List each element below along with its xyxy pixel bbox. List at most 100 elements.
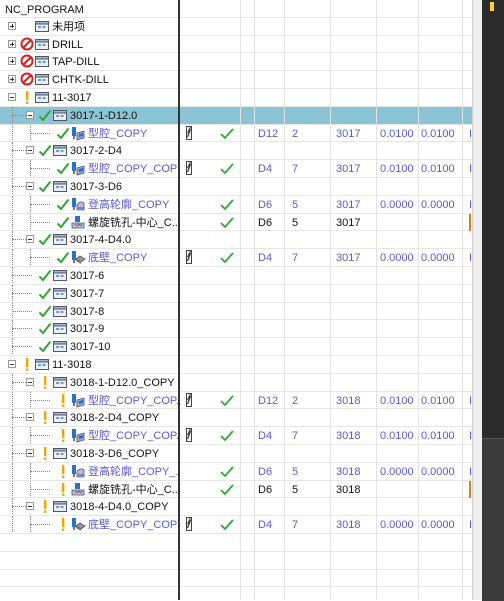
- tree-operation-row[interactable]: 型腔_COPY_COP... D4 7 3018 0.0100 0.0100 I: [0, 427, 472, 445]
- tool-icon: [186, 161, 192, 176]
- tree-cell: 3018-4-D4.0_COPY: [0, 498, 178, 516]
- tree-group-row[interactable]: DRILL: [0, 36, 472, 54]
- collapse-icon[interactable]: [8, 360, 16, 368]
- tree-group-row[interactable]: 3017-7: [0, 284, 472, 303]
- program-group-cell: 3017: [336, 127, 361, 140]
- vertical-scrollbar[interactable]: [472, 0, 482, 600]
- tree-operation-row[interactable]: 登高轮廓_COPY_... D6 5 3018 0.0000 0.0000 I: [0, 462, 472, 481]
- tree-operation-row[interactable]: 螺旋铣孔-中心_C... D6 5 3017: [0, 213, 472, 232]
- tree-cell: 螺旋铣孔-中心_C...: [0, 213, 178, 231]
- tool-number-cell: 7: [292, 252, 299, 265]
- tree-group-row[interactable]: 3018-4-D4.0_COPY: [0, 498, 472, 517]
- tree-item-label: 3017-2-D4: [70, 145, 122, 158]
- tool-name-cell: D4: [258, 252, 273, 265]
- collapse-icon[interactable]: [26, 377, 34, 386]
- tree-operation-row[interactable]: 底壁_COPY D4 7 3017 0.0000 0.0000 I: [0, 249, 472, 267]
- tool-name-cell: D4: [258, 430, 273, 443]
- tree-group-row[interactable]: 3018-1-D12.0_COPY: [0, 373, 472, 392]
- path-ok-check-icon: [219, 393, 235, 408]
- tree-connector: [30, 524, 50, 526]
- tool-name-cell: D12: [258, 394, 279, 407]
- tree-group-row[interactable]: 11-3018: [0, 356, 472, 374]
- collapse-icon[interactable]: [26, 413, 34, 422]
- tool-icon: [186, 125, 192, 140]
- tree-group-row[interactable]: 3017-1-D12.0: [0, 106, 472, 125]
- tree-connector: [12, 480, 13, 498]
- tree-item-label: 3018-3-D6_COPY: [70, 448, 160, 460]
- collapse-icon[interactable]: [26, 146, 34, 155]
- tree-root-row[interactable]: NC_PROGRAM: [0, 0, 472, 18]
- program-group-icon: [34, 72, 50, 87]
- tree-group-row[interactable]: 3017-4-D4.0: [0, 231, 472, 250]
- tree-operation-row[interactable]: 型腔_COPY D12 2 3017 0.0100 0.0100 I: [0, 124, 472, 143]
- path-ok-check-icon: [219, 464, 235, 479]
- tool-number-cell: 5: [292, 216, 299, 229]
- collapse-icon[interactable]: [26, 110, 34, 119]
- program-group-icon: [52, 268, 68, 283]
- tree-group-row[interactable]: 3018-3-D6_COPY: [0, 445, 472, 463]
- tool-name-cell: D4: [258, 519, 273, 532]
- tree-connector: [12, 160, 13, 177]
- tree-group-row[interactable]: CHTK-DILL: [0, 71, 472, 89]
- side-panel-marker: [490, 2, 494, 11]
- tool-number-cell: 2: [292, 394, 299, 407]
- cavity-operation-icon: [70, 126, 86, 141]
- tree-group-row[interactable]: 3018-2-D4_COPY: [0, 409, 472, 428]
- stock-cell: 0.0100: [380, 127, 414, 140]
- complete-check-icon: [38, 268, 52, 283]
- tool-name-cell: D6: [258, 483, 273, 496]
- tree-operation-row[interactable]: 型腔_COPY_COPY D4 7 3017 0.0100 0.0100 I: [0, 160, 472, 178]
- expand-icon[interactable]: [8, 39, 16, 48]
- tree-operation-row[interactable]: 型腔_COPY_COP... D12 2 3018 0.0100 0.0100 I: [0, 391, 472, 410]
- cavity-operation-icon: [70, 161, 86, 176]
- tree-connector: [12, 195, 13, 213]
- program-group-cell: 3018: [336, 519, 361, 532]
- program-group-cell: 3018: [336, 394, 361, 407]
- program-group-icon: [52, 499, 68, 514]
- tree-group-row[interactable]: TAP-DILL: [0, 53, 472, 72]
- expand-icon[interactable]: [8, 75, 16, 84]
- path-ok-check-icon: [219, 428, 235, 443]
- expand-icon[interactable]: [8, 57, 16, 66]
- tree-cell: 型腔_COPY_COPY: [0, 160, 178, 177]
- collapse-icon[interactable]: [8, 93, 16, 101]
- tree-item-label: 型腔_COPY_COPY: [88, 163, 178, 176]
- tree-operation-row[interactable]: 螺旋铣孔-中心_C... D6 5 3018: [0, 480, 472, 499]
- program-group-icon: [52, 410, 68, 425]
- operation-navigator[interactable]: NC_PROGRAM 未用项 DRILL TAP-DILL CHTK-DILL 11-3…: [0, 0, 472, 600]
- tree-group-row[interactable]: 11-3017: [0, 89, 472, 107]
- tree-item-label: 未用项: [52, 20, 85, 33]
- collapse-icon[interactable]: [26, 449, 34, 457]
- tree-cell: 11-3018: [0, 356, 178, 373]
- row-marker: [469, 480, 471, 498]
- tree-group-row[interactable]: 3017-10: [0, 338, 472, 356]
- tree-connector: [12, 427, 13, 444]
- collapse-icon[interactable]: [26, 182, 34, 190]
- column-divider[interactable]: [178, 0, 180, 600]
- complete-check-icon: [56, 161, 70, 176]
- collapse-icon[interactable]: [26, 235, 34, 244]
- tree-group-row[interactable]: 3017-9: [0, 320, 472, 339]
- tool-icon: [186, 428, 192, 443]
- program-group-icon: [52, 232, 68, 247]
- stock-cell: 0.0000: [380, 198, 414, 211]
- tree-item-label: 11-3017: [52, 92, 92, 104]
- tree-item-label: 登高轮廓_COPY: [88, 198, 170, 211]
- column-gridline: [376, 0, 377, 600]
- tree-item-label: 型腔_COPY_COP...: [88, 394, 178, 407]
- tree-cell: 3017-4-D4.0: [0, 231, 178, 249]
- tree-group-row[interactable]: 3017-3-D6: [0, 178, 472, 196]
- tree-connector: [30, 132, 50, 134]
- tree-group-row[interactable]: 3017-8: [0, 302, 472, 321]
- collapse-icon[interactable]: [26, 502, 34, 511]
- tree-operation-row[interactable]: 底壁_COPY_COPY D4 7 3018 0.0000 0.0000 I: [0, 516, 472, 534]
- prohibited-icon: [20, 37, 34, 52]
- tree-operation-row[interactable]: 登高轮廓_COPY D6 5 3017 0.0000 0.0000 I: [0, 195, 472, 214]
- expand-icon[interactable]: [8, 21, 16, 30]
- tree-group-row[interactable]: 未用项: [0, 18, 472, 36]
- path-ok-check-icon: [219, 126, 235, 141]
- complete-check-icon: [38, 179, 52, 194]
- tree-cell: DRILL: [0, 36, 178, 53]
- tree-group-row[interactable]: 3017-2-D4: [0, 142, 472, 161]
- tree-group-row[interactable]: 3017-6: [0, 267, 472, 285]
